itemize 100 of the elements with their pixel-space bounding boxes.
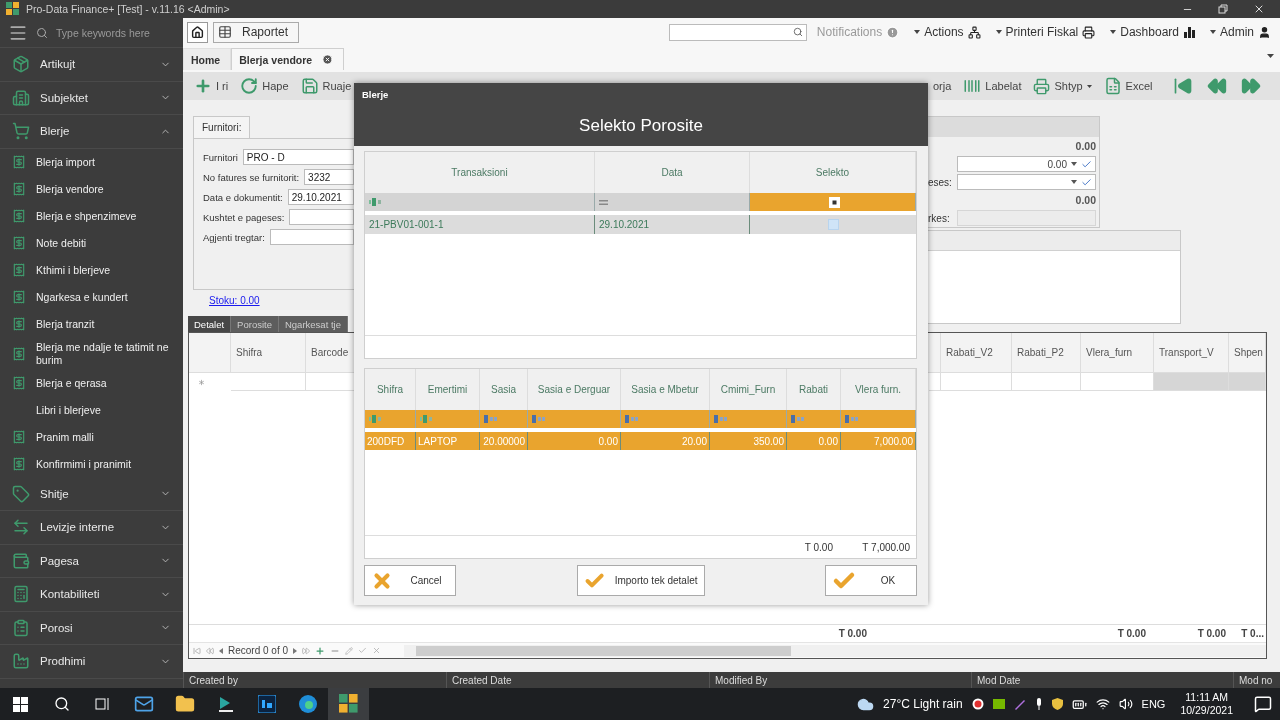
first-icon[interactable]	[193, 646, 201, 655]
cancel-icon[interactable]	[372, 646, 382, 655]
check-icon[interactable]	[358, 646, 368, 655]
sidebar-item[interactable]: Konfirmimi i pranimit	[0, 450, 183, 478]
table-row[interactable]: 21-PBV01-001-1 29.10.2021	[365, 215, 916, 234]
sidebar-item[interactable]: Blerja import	[0, 148, 183, 176]
column-header[interactable]: Rabati_V2	[941, 333, 1012, 372]
table-cell[interactable]	[231, 373, 306, 391]
close-icon[interactable]	[322, 54, 334, 65]
tab[interactable]: Ngarkesat tje	[278, 316, 348, 332]
table-cell[interactable]	[1154, 373, 1229, 391]
sidebar-group[interactable]: Blerje	[0, 115, 183, 149]
column-header[interactable]: Transport_V	[1154, 333, 1229, 372]
tab[interactable]: Detalet	[188, 316, 232, 332]
field-label: Data e dokumentit:	[203, 191, 283, 203]
sidebar-group[interactable]: Shitje	[0, 477, 183, 511]
toolbar-button[interactable]: Shtyp	[1028, 74, 1097, 98]
mail-icon	[133, 694, 154, 714]
caret-icon[interactable]	[1267, 54, 1274, 58]
previous-page-icon[interactable]	[206, 646, 214, 655]
caret-icon[interactable]	[1071, 162, 1077, 166]
edit-icon[interactable]	[345, 646, 354, 655]
first-record-icon[interactable]	[1173, 76, 1194, 96]
column-header[interactable]: Vlera_furn	[1081, 333, 1154, 372]
sidebar-item[interactable]: Blerja e shpenzimeve	[0, 202, 183, 230]
sidebar-item[interactable]: Pranim malli	[0, 423, 183, 451]
sidebar-group[interactable]: Prodhimi	[0, 645, 183, 679]
toolbar-button[interactable]: Labelat	[958, 74, 1027, 98]
next-page-icon[interactable]	[302, 646, 311, 655]
search-field[interactable]: Type keywords here	[56, 26, 150, 39]
combo-field[interactable]: 0.00	[957, 156, 1096, 172]
clock[interactable]: 11:11 AM 10/29/2021	[1174, 691, 1239, 717]
sidebar-group[interactable]: Kontabiliteti	[0, 578, 183, 612]
input-field[interactable]: 3232	[304, 169, 354, 185]
toolbar-button[interactable]: Hape	[235, 74, 294, 98]
input-field[interactable]: PRO - D	[242, 149, 354, 165]
sidebar-item[interactable]: Blerja tranzit	[0, 310, 183, 338]
tab[interactable]: Home	[183, 48, 232, 70]
previous-icon[interactable]	[219, 647, 223, 654]
language-indicator[interactable]: ENG	[1141, 698, 1166, 710]
sidebar-item[interactable]: Blerja e qerasa	[0, 369, 183, 397]
network-icon	[967, 25, 981, 39]
sidebar-group[interactable]: Levizje interne	[0, 511, 183, 545]
table-cell[interactable]	[929, 373, 941, 391]
input-field[interactable]	[269, 229, 354, 245]
next-record-icon[interactable]	[1241, 76, 1262, 96]
table-cell[interactable]	[941, 373, 1012, 391]
toolbar-button[interactable]: orja	[928, 74, 957, 98]
checkmark-icon[interactable]	[1081, 176, 1092, 188]
sidebar-group[interactable]: Porosi	[0, 611, 183, 645]
column-header[interactable]: Shifra	[231, 333, 306, 372]
tab[interactable]: Blerja vendore	[231, 48, 345, 70]
menu-item[interactable]: Actions	[909, 25, 986, 39]
caret-icon[interactable]	[1071, 180, 1077, 184]
combo-field[interactable]	[957, 174, 1096, 190]
window-title: Pro-Data Finance+ [Test] - v.11.16 <Admin>	[26, 3, 231, 15]
scrollbar[interactable]	[404, 644, 1266, 657]
dialog-button[interactable]: OK	[825, 565, 917, 596]
input-field[interactable]	[957, 210, 1096, 226]
column-header[interactable]: Rabati_P2	[1012, 333, 1081, 372]
sidebar-item[interactable]: Libri i blerjeve	[0, 396, 183, 424]
next-icon[interactable]	[293, 647, 298, 654]
sidebar-item[interactable]: Kthimi i blerjeve	[0, 256, 183, 284]
alert-icon	[886, 25, 900, 39]
toolbar-button[interactable]: Ruaje	[295, 74, 357, 98]
sidebar-group[interactable]: Artikujt	[0, 48, 183, 82]
sidebar-group[interactable]: Pagesa	[0, 544, 183, 578]
column-header[interactable]: Shpen	[1229, 333, 1266, 372]
input-field[interactable]	[289, 209, 354, 225]
refresh-icon	[240, 77, 259, 95]
checkmark-icon[interactable]	[1081, 158, 1092, 170]
add-icon[interactable]	[315, 645, 326, 656]
sidebar-group[interactable]: Subjektet	[0, 81, 183, 115]
table-cell[interactable]	[1081, 373, 1154, 391]
checkbox[interactable]	[827, 219, 839, 230]
menu-item[interactable]: Admin	[1205, 25, 1276, 39]
dialog-button[interactable]: Importo tek detalet	[576, 565, 705, 596]
sidebar-item[interactable]: Note debiti	[0, 229, 183, 257]
app-logo-icon	[338, 694, 359, 714]
search-field[interactable]	[668, 23, 807, 41]
receipt-icon	[12, 290, 26, 304]
previous-record-icon[interactable]	[1207, 76, 1228, 96]
caret-icon	[1210, 30, 1216, 34]
toolbar-button[interactable]: Excel	[1098, 74, 1158, 98]
filter-cell[interactable]	[750, 193, 916, 211]
sidebar-item[interactable]: Blerja vendore	[0, 175, 183, 203]
sidebar-item[interactable]: Ngarkesa e kundert	[0, 283, 183, 311]
toolbar-button[interactable]: I ri	[189, 74, 234, 98]
notifications-icon[interactable]	[1254, 695, 1272, 713]
input-field[interactable]: 29.10.2021	[287, 189, 354, 205]
reports-button[interactable]: Raportet	[213, 21, 300, 43]
table-cell[interactable]	[1012, 373, 1081, 391]
home-button[interactable]	[187, 21, 208, 43]
stock-link[interactable]: Stoku: 0.00	[209, 295, 354, 306]
tab[interactable]: Porosite	[231, 316, 279, 332]
sidebar-item[interactable]: Blerja me ndalje te tatimit ne burim	[0, 337, 183, 370]
menu-item[interactable]: Printeri Fiskal	[990, 25, 1101, 39]
table-cell[interactable]	[1229, 373, 1266, 391]
menu-item[interactable]: Dashboard	[1105, 25, 1200, 39]
dialog-button[interactable]: Cancel	[364, 565, 456, 596]
